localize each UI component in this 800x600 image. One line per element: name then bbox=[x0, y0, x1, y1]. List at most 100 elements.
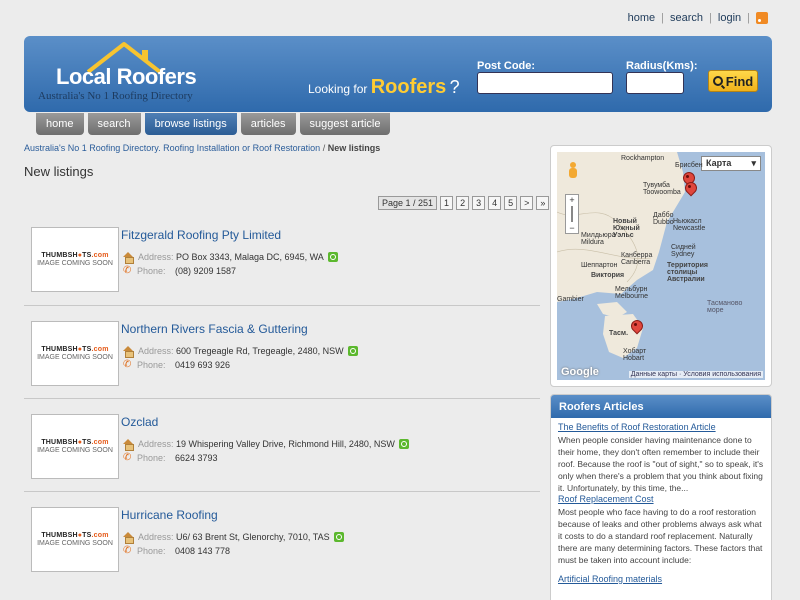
map-terms-link[interactable]: Данные карты · Условия использования bbox=[628, 371, 763, 378]
map-label: Тасм. bbox=[609, 330, 629, 337]
address-label: Address: bbox=[138, 252, 174, 262]
address-value: 600 Tregeagle Rd, Tregeagle, 2480, NSW bbox=[176, 346, 344, 356]
phone-icon: ✆ bbox=[123, 265, 132, 276]
breadcrumb-separator: / bbox=[322, 143, 326, 153]
zoom-in-button[interactable]: + bbox=[569, 195, 574, 205]
pagination: Page 1 / 251 1 2 3 4 5 > » bbox=[378, 196, 550, 210]
thumbnail-note: IMAGE COMING SOON bbox=[37, 354, 113, 361]
phone-label: Phone: bbox=[137, 546, 166, 556]
map-search-icon[interactable] bbox=[398, 439, 409, 449]
thumbshots-logo: THUMBSH●TS.com bbox=[41, 532, 109, 539]
listing-name-link[interactable]: Fitzgerald Roofing Pty Limited bbox=[121, 228, 281, 242]
map-label: Даббо Dubbo bbox=[653, 212, 674, 226]
next-page-button[interactable]: > bbox=[520, 196, 534, 210]
pegman-icon[interactable] bbox=[569, 162, 577, 178]
nav-tab-browse-listings[interactable]: browse listings bbox=[144, 113, 237, 135]
breadcrumb-home-link[interactable]: Australia's No 1 Roofing Directory. Roof… bbox=[24, 143, 320, 153]
rss-icon[interactable] bbox=[756, 12, 768, 24]
breadcrumb-current: New listings bbox=[327, 143, 381, 153]
phone-icon: ✆ bbox=[123, 545, 132, 556]
zoom-slider[interactable] bbox=[571, 206, 573, 222]
article-title-link[interactable]: The Benefits of Roof Restoration Article bbox=[558, 422, 764, 432]
radius-input[interactable] bbox=[626, 72, 684, 94]
map-label: Территория столицы Австралии bbox=[667, 262, 708, 283]
page-link[interactable]: 4 bbox=[488, 196, 502, 210]
map-search-icon[interactable] bbox=[333, 532, 344, 542]
article-title-link[interactable]: Roof Replacement Cost bbox=[558, 494, 764, 504]
map-label: Ньюкасл Newcastle bbox=[673, 218, 706, 232]
nav-tab-suggest-article[interactable]: suggest article bbox=[299, 113, 391, 135]
map-label: Новый Южный Уэльс bbox=[613, 218, 640, 239]
page-link[interactable]: 5 bbox=[504, 196, 518, 210]
breadcrumb: Australia's No 1 Roofing Directory. Roof… bbox=[24, 143, 380, 153]
zoom-out-button[interactable]: − bbox=[569, 223, 574, 233]
map-label: Сидней Sydney bbox=[671, 244, 696, 258]
map-search-icon[interactable] bbox=[327, 252, 338, 262]
listing-name-link[interactable]: Northern Rivers Fascia & Guttering bbox=[121, 322, 308, 336]
page-link[interactable]: 1 bbox=[440, 196, 454, 210]
page-link[interactable]: 2 bbox=[456, 196, 470, 210]
nav-tab-articles[interactable]: articles bbox=[240, 113, 296, 135]
map-marker-icon[interactable] bbox=[685, 182, 695, 196]
listing-thumbnail[interactable]: THUMBSH●TS.com IMAGE COMING SOON bbox=[31, 414, 119, 479]
listing-name-link[interactable]: Ozclad bbox=[121, 415, 158, 429]
nav-tab-home[interactable]: home bbox=[36, 113, 84, 135]
zoom-control[interactable]: + − bbox=[565, 194, 579, 234]
page-link[interactable]: 3 bbox=[472, 196, 486, 210]
address-row: Address: 600 Tregeagle Rd, Tregeagle, 24… bbox=[123, 346, 358, 358]
listings-list: THUMBSH●TS.com IMAGE COMING SOON Fitzger… bbox=[24, 212, 540, 584]
google-logo: Google bbox=[561, 366, 599, 378]
list-item: THUMBSH●TS.com IMAGE COMING SOON Norther… bbox=[24, 305, 540, 398]
phone-icon: ✆ bbox=[123, 359, 132, 370]
map-label: Шеппартон bbox=[581, 262, 618, 269]
nav-tab-search[interactable]: search bbox=[87, 113, 141, 135]
address-row: Address: PO Box 3343, Malaga DC, 6945, W… bbox=[123, 252, 338, 264]
address-label: Address: bbox=[138, 346, 174, 356]
postcode-input[interactable] bbox=[477, 72, 613, 94]
map-marker-icon[interactable] bbox=[631, 320, 641, 334]
thumbshots-logo: THUMBSH●TS.com bbox=[41, 346, 109, 353]
phone-value: (08) 9209 1587 bbox=[175, 266, 237, 276]
phone-row: ✆ Phone: 0419 693 926 bbox=[123, 359, 231, 371]
phone-value: 0419 693 926 bbox=[175, 360, 231, 370]
list-item: THUMBSH●TS.com IMAGE COMING SOON Fitzger… bbox=[24, 212, 540, 305]
address-value: 19 Whispering Valley Drive, Richmond Hil… bbox=[176, 439, 395, 449]
map-label: Тасманово море bbox=[707, 300, 743, 314]
articles-panel: Roofers Articles The Benefits of Roof Re… bbox=[550, 394, 772, 600]
phone-label: Phone: bbox=[137, 266, 166, 276]
listing-thumbnail[interactable]: THUMBSH●TS.com IMAGE COMING SOON bbox=[31, 321, 119, 386]
map[interactable]: + − Карта ▾ Rockhampton Брисбен Тувумба … bbox=[557, 152, 765, 380]
top-link-search[interactable]: search bbox=[664, 12, 709, 24]
article-item: The Benefits of Roof Restoration Article… bbox=[551, 422, 771, 494]
top-link-home[interactable]: home bbox=[622, 12, 662, 24]
listing-thumbnail[interactable]: THUMBSH●TS.com IMAGE COMING SOON bbox=[31, 227, 119, 292]
listing-name-link[interactable]: Hurricane Roofing bbox=[121, 508, 218, 522]
find-button[interactable]: Find bbox=[708, 70, 758, 92]
thumbnail-note: IMAGE COMING SOON bbox=[37, 540, 113, 547]
search-icon bbox=[712, 76, 723, 86]
map-search-icon[interactable] bbox=[347, 346, 358, 356]
listing-thumbnail[interactable]: THUMBSH●TS.com IMAGE COMING SOON bbox=[31, 507, 119, 572]
map-label: Тувумба Toowoomba bbox=[643, 182, 681, 196]
article-excerpt: When people consider having maintenance … bbox=[558, 435, 764, 493]
phone-value: 6624 3793 bbox=[175, 453, 218, 463]
map-type-dropdown[interactable]: Карта ▾ bbox=[701, 156, 761, 171]
map-label: Rockhampton bbox=[621, 155, 665, 162]
home-icon bbox=[123, 439, 134, 451]
map-label: Мельбурн Melbourne bbox=[615, 286, 649, 300]
last-page-button[interactable]: » bbox=[536, 196, 550, 210]
phone-label: Phone: bbox=[137, 360, 166, 370]
map-label: Брисбен bbox=[675, 162, 703, 169]
article-item: Artificial Roofing materials bbox=[551, 574, 771, 584]
home-icon bbox=[123, 346, 134, 358]
logo-name[interactable]: Local Roofers bbox=[56, 64, 197, 90]
separator: | bbox=[747, 12, 750, 24]
postcode-label: Post Code: bbox=[477, 60, 536, 72]
map-label: Gambier bbox=[557, 296, 584, 303]
article-title-link[interactable]: Artificial Roofing materials bbox=[558, 574, 764, 584]
chevron-down-icon: ▾ bbox=[751, 158, 756, 168]
map-type-label: Карта bbox=[706, 158, 732, 168]
phone-value: 0408 143 778 bbox=[175, 546, 231, 556]
thumbnail-note: IMAGE COMING SOON bbox=[37, 260, 113, 267]
top-link-login[interactable]: login bbox=[712, 12, 747, 24]
